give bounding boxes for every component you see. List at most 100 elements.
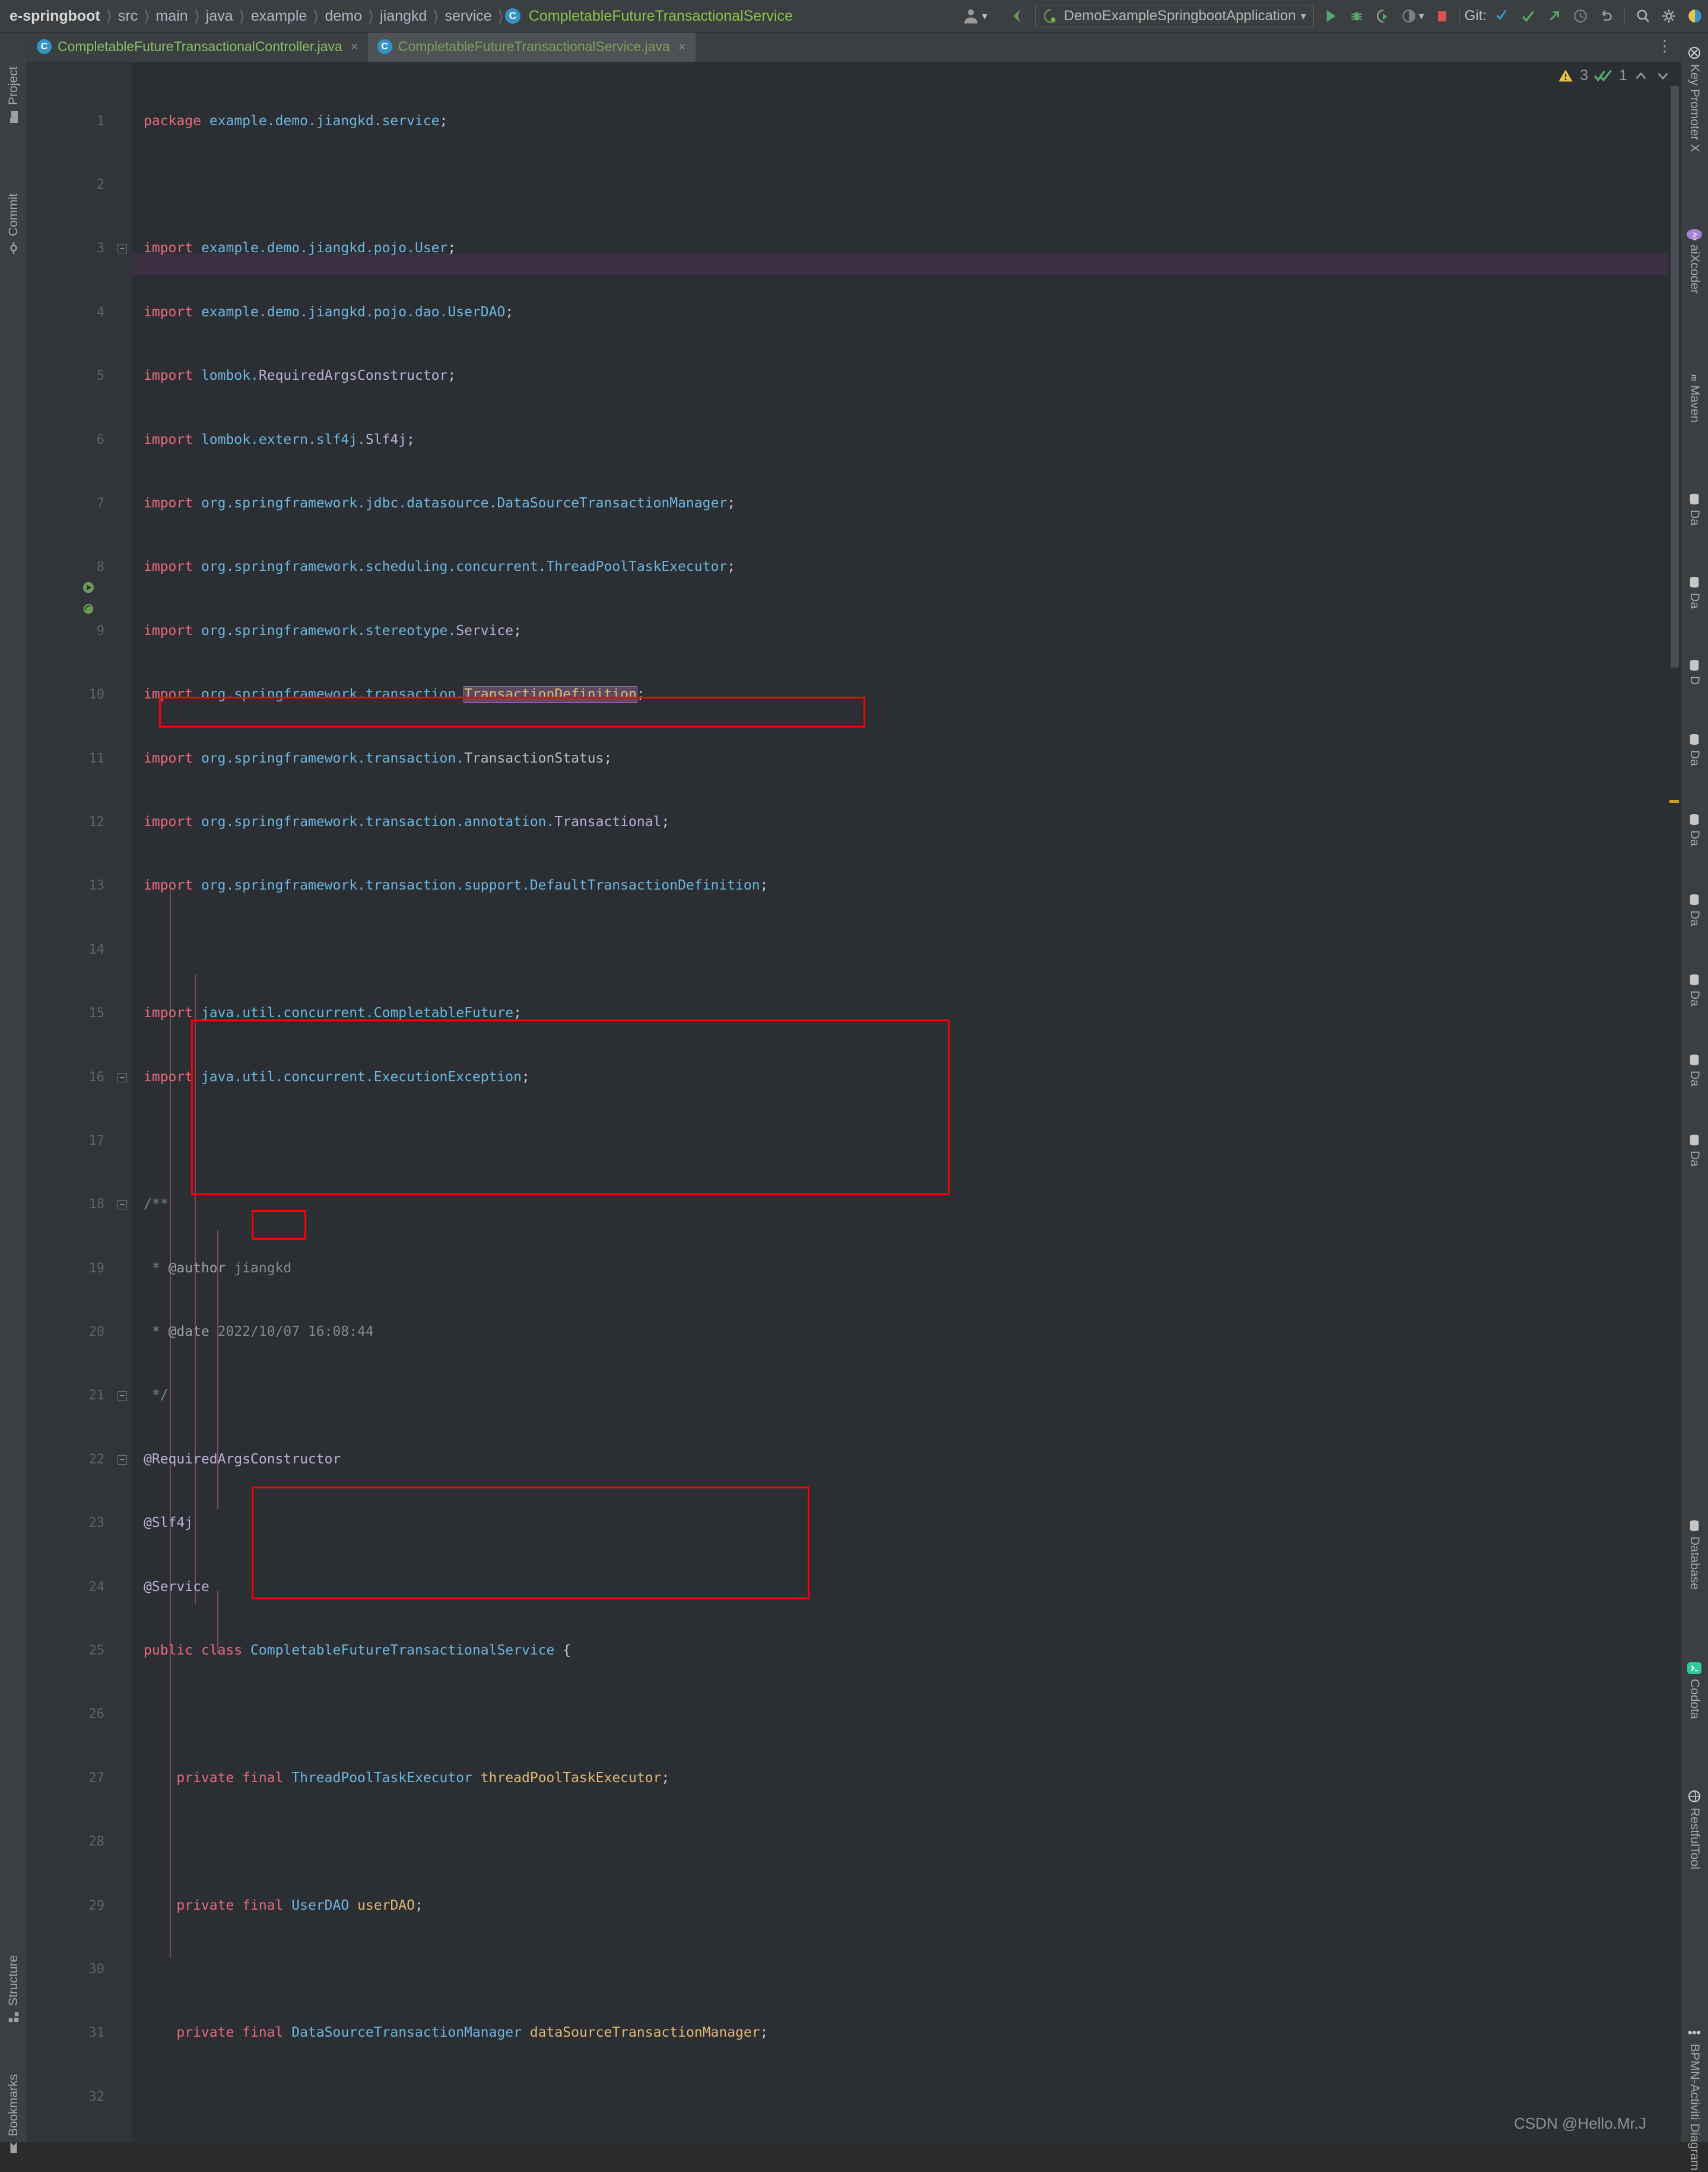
code-line[interactable]: import org.springframework.transaction.T… xyxy=(144,748,612,770)
code-line[interactable]: import org.springframework.transaction.T… xyxy=(144,684,645,706)
code-line[interactable]: import org.springframework.scheduling.co… xyxy=(144,557,735,578)
breadcrumb-src[interactable]: src xyxy=(113,0,142,33)
sidebar-item-structure[interactable]: Structure xyxy=(0,1923,27,2056)
code-line[interactable]: @Slf4j xyxy=(144,1513,193,1534)
spring-bean-gutter-icon[interactable] xyxy=(82,602,95,615)
code-line[interactable]: @Service xyxy=(144,1577,209,1598)
settings-icon[interactable] xyxy=(1656,0,1682,32)
code-line[interactable]: import org.springframework.transaction.s… xyxy=(144,875,768,897)
inspection-status-widget[interactable]: 3 1 xyxy=(1557,67,1671,84)
code-editor[interactable]: 1 package example.demo.jiangkd.service; 2… xyxy=(27,62,1681,2142)
line-number: 23 xyxy=(88,1516,105,1531)
fold-collapse-icon[interactable]: − xyxy=(118,1391,127,1401)
sidebar-item-database-2[interactable]: Da xyxy=(1681,576,1708,650)
code-line[interactable]: import java.util.concurrent.CompletableF… xyxy=(144,1003,522,1024)
sidebar-item-database-9[interactable]: Da xyxy=(1681,1133,1708,1205)
breadcrumb-main[interactable]: main xyxy=(151,0,192,33)
tab-completable-future-transactional-service[interactable]: C CompletableFutureTransactionalService.… xyxy=(367,33,696,62)
code-line[interactable]: import org.springframework.transaction.a… xyxy=(144,812,669,833)
line-number: 19 xyxy=(88,1260,105,1276)
git-push-icon[interactable] xyxy=(1541,0,1567,32)
sidebar-item-database-4[interactable]: Da xyxy=(1681,733,1708,804)
sidebar-item-key-promoter-x[interactable]: Key Promoter X xyxy=(1681,46,1708,218)
breadcrumb-service[interactable]: service xyxy=(440,0,497,33)
run-icon[interactable] xyxy=(1317,0,1344,32)
code-line[interactable]: private final DataSourceTransactionManag… xyxy=(144,2022,768,2044)
code-line[interactable]: import org.springframework.stereotype.Se… xyxy=(144,621,522,642)
sidebar-item-project[interactable]: Project xyxy=(0,39,27,151)
sidebar-item-commit[interactable]: Commit xyxy=(0,160,27,288)
breadcrumb-java[interactable]: java xyxy=(201,0,238,33)
bookmark-icon xyxy=(10,2142,17,2154)
line-number: 8 xyxy=(96,560,104,575)
code-line[interactable]: public class CompletableFutureTransactio… xyxy=(144,1640,571,1662)
user-avatar-icon[interactable]: ▾ xyxy=(957,0,993,32)
sidebar-item-bpmn-activiti-diagram[interactable]: BPMN-Activiti Diagram xyxy=(1681,2027,1708,2172)
scrollbar-thumb[interactable] xyxy=(1671,86,1679,668)
sidebar-item-aixcoder[interactable]: AiX aiXcoder xyxy=(1681,228,1708,356)
code-line[interactable]: import lombok.extern.slf4j.Slf4j; xyxy=(144,430,415,451)
sidebar-item-label: D xyxy=(1688,676,1701,685)
chevron-up-icon[interactable] xyxy=(1633,68,1649,84)
run-class-gutter-icon[interactable] xyxy=(82,581,95,594)
sidebar-item-database-5[interactable]: Da xyxy=(1681,813,1708,884)
run-with-coverage-icon[interactable] xyxy=(1370,0,1396,32)
code-line[interactable]: * @author jiangkd xyxy=(144,1258,291,1279)
code-line[interactable]: package example.demo.jiangkd.service; xyxy=(144,111,447,132)
breadcrumb-project[interactable]: e-springboot xyxy=(5,0,105,33)
code-line[interactable]: */ xyxy=(144,1385,169,1406)
code-line[interactable]: @RequiredArgsConstructor xyxy=(144,1449,341,1471)
close-icon[interactable]: × xyxy=(678,39,686,55)
sidebar-item-database-7[interactable]: Da xyxy=(1681,973,1708,1044)
tab-overflow-menu-icon[interactable]: ⋮ xyxy=(1657,37,1672,55)
code-line[interactable]: import example.demo.jiangkd.pojo.dao.Use… xyxy=(144,302,513,323)
code-line[interactable]: private final UserDAO userDAO; xyxy=(144,1895,423,1917)
line-number: 2 xyxy=(96,177,104,192)
profile-icon[interactable]: ▾ xyxy=(1396,0,1430,32)
sidebar-item-database-3[interactable]: D xyxy=(1681,659,1708,724)
run-configuration-selector[interactable]: DemoExampleSpringbootApplication ▾ xyxy=(1034,5,1314,27)
sidebar-item-bookmarks[interactable]: Bookmarks xyxy=(0,2059,27,2169)
code-line[interactable]: private final ThreadPoolTaskExecutor thr… xyxy=(144,1768,669,1789)
tab-completable-future-transactional-controller[interactable]: C CompletableFutureTransactionalControll… xyxy=(27,33,368,62)
main-toolbar: e-springboot ⟩ src ⟩ main ⟩ java ⟩ examp… xyxy=(0,0,1708,33)
code-line[interactable]: import java.util.concurrent.ExecutionExc… xyxy=(144,1067,530,1088)
line-number: 11 xyxy=(88,751,105,766)
code-line[interactable]: import example.demo.jiangkd.pojo.User; xyxy=(144,238,456,259)
git-history-icon[interactable] xyxy=(1567,0,1593,32)
error-stripe-scrollbar[interactable] xyxy=(1668,62,1681,2142)
code-line[interactable]: import lombok.RequiredArgsConstructor; xyxy=(144,366,456,387)
sidebar-item-database-6[interactable]: Da xyxy=(1681,893,1708,964)
fold-collapse-icon[interactable]: − xyxy=(118,244,127,254)
code-line[interactable]: import org.springframework.jdbc.datasour… xyxy=(144,493,735,515)
breadcrumb-current-class[interactable]: CompletableFutureTransactionalService xyxy=(524,0,798,33)
code-line[interactable]: /** xyxy=(144,1194,169,1215)
sidebar-item-codota[interactable]: Codota xyxy=(1681,1662,1708,1780)
sidebar-item-restfultool[interactable]: RestfulTool xyxy=(1681,1789,1708,1932)
breadcrumb-example[interactable]: example xyxy=(246,0,312,33)
code-content[interactable]: 1 package example.demo.jiangkd.service; 2… xyxy=(27,62,1681,2142)
sidebar-item-maven[interactable]: m Maven xyxy=(1681,368,1708,481)
sidebar-item-database-1[interactable]: Da xyxy=(1681,493,1708,567)
git-commit-icon[interactable] xyxy=(1515,0,1541,32)
sidebar-item-label: Database xyxy=(1688,1536,1701,1590)
code-line[interactable]: * @date 2022/10/07 16:08:44 xyxy=(144,1322,374,1343)
breadcrumb-demo[interactable]: demo xyxy=(320,0,367,33)
git-update-icon[interactable] xyxy=(1489,0,1515,32)
debug-icon[interactable] xyxy=(1344,0,1370,32)
fold-collapse-icon[interactable]: − xyxy=(118,1455,127,1465)
breadcrumb-jiangkd[interactable]: jiangkd xyxy=(375,0,431,33)
back-arrow-icon[interactable] xyxy=(1003,0,1031,32)
color-wheel-icon[interactable] xyxy=(1682,0,1708,32)
git-rollback-icon[interactable] xyxy=(1593,0,1620,32)
sidebar-item-database[interactable]: Database xyxy=(1681,1519,1708,1656)
search-everywhere-icon[interactable] xyxy=(1630,0,1656,32)
fold-collapse-icon[interactable]: − xyxy=(118,1200,127,1210)
stop-icon[interactable] xyxy=(1430,0,1455,32)
sidebar-item-database-8[interactable]: Da xyxy=(1681,1053,1708,1125)
selected-token[interactable]: TransactionDefinition xyxy=(463,686,637,703)
sidebar-item-label: Da xyxy=(1688,1151,1701,1167)
fold-collapse-icon[interactable]: − xyxy=(118,1072,127,1082)
close-icon[interactable]: × xyxy=(351,39,358,55)
error-stripe-mark[interactable] xyxy=(1669,800,1679,803)
